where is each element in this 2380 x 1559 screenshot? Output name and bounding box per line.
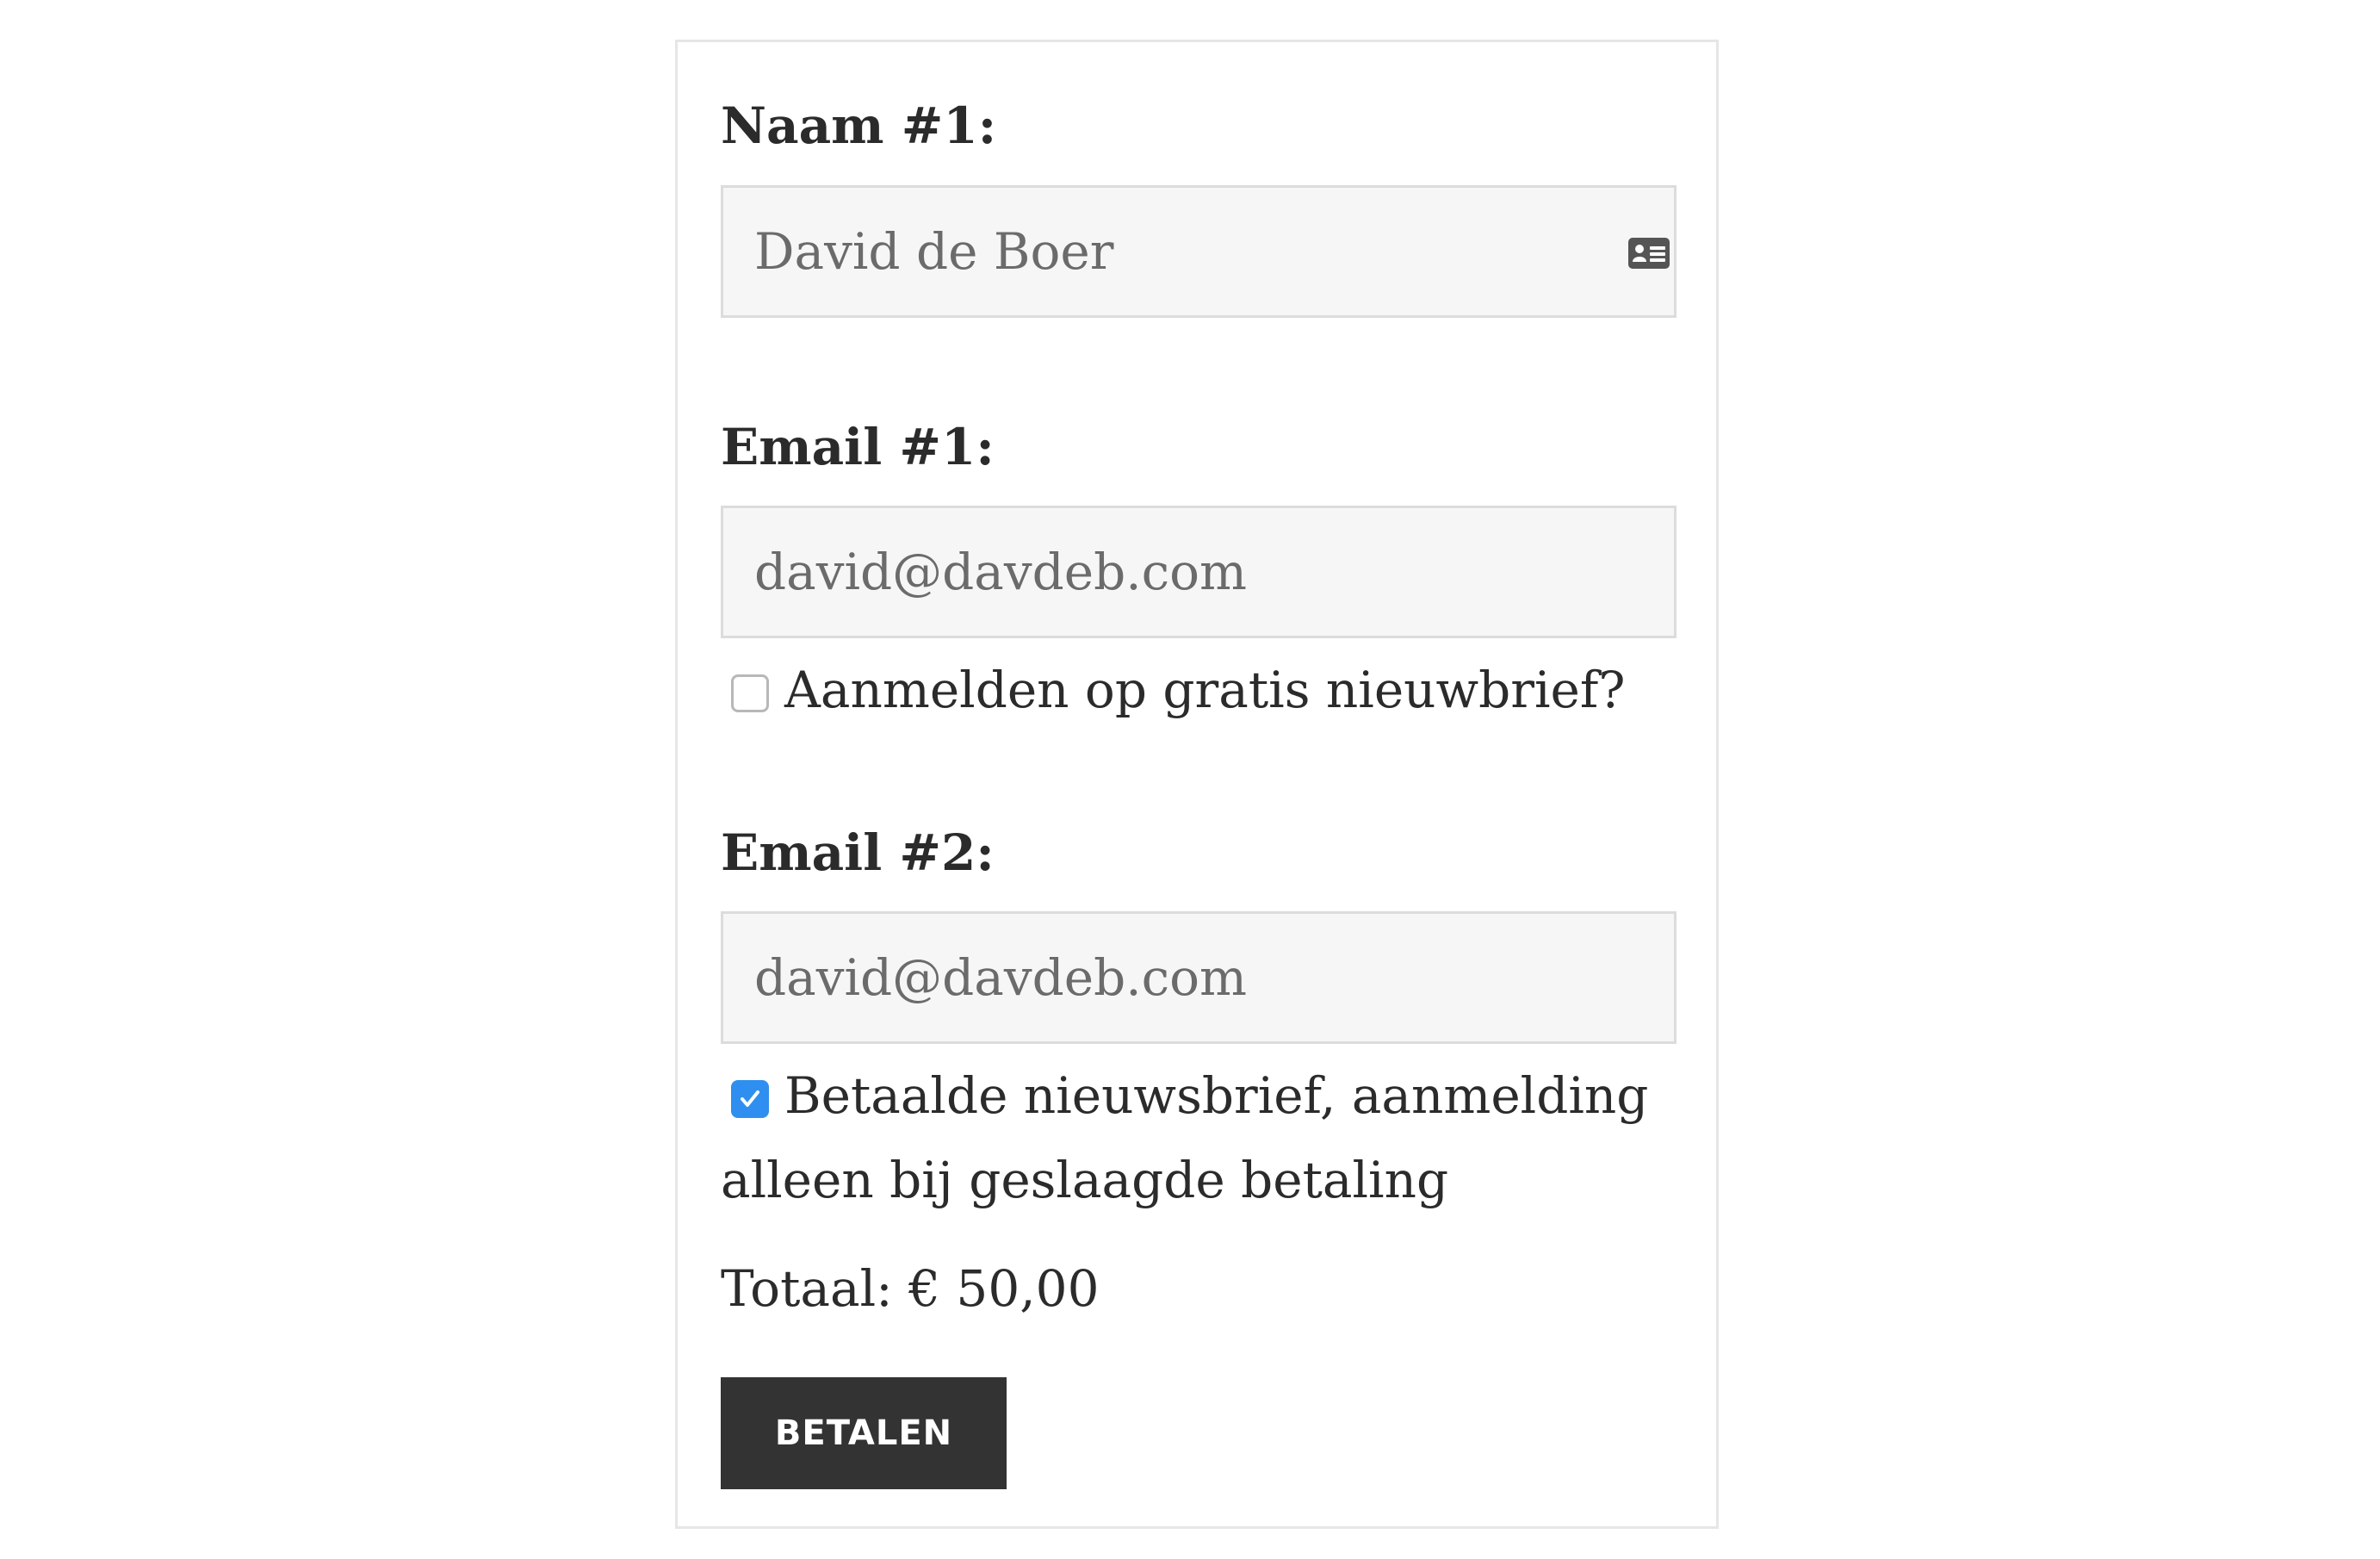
newsletter-paid-option[interactable]: Betaalde nieuwsbrief, aanmelding alleen … [721,1053,1685,1222]
checkout-form: Naam #1: Email #1: Aanmelden op gratis n… [675,40,1719,1529]
email2-input[interactable] [723,914,1674,1041]
email1-input[interactable] [723,508,1674,636]
email2-label: Email #2: [721,823,995,882]
checkmark-icon [741,1090,759,1107]
newsletter-free-checkbox[interactable] [731,674,769,712]
name-label: Naam #1: [721,96,997,155]
email1-label: Email #1: [721,418,995,476]
newsletter-paid-label: Betaalde nieuwsbrief, aanmelding alleen … [721,1066,1649,1209]
email1-field-wrapper [721,506,1677,638]
order-total: Totaal: € 50,00 [721,1259,1100,1318]
name-input[interactable] [723,188,1674,315]
contact-card-icon [1627,236,1670,270]
pay-button[interactable]: BETALEN [721,1377,1007,1489]
name-field-wrapper [721,185,1677,318]
newsletter-free-label: Aanmelden op gratis nieuwbrief? [784,661,1626,719]
newsletter-paid-checkbox[interactable] [731,1080,769,1118]
newsletter-free-option[interactable]: Aanmelden op gratis nieuwbrief? [721,648,1685,732]
email2-field-wrapper [721,911,1677,1044]
